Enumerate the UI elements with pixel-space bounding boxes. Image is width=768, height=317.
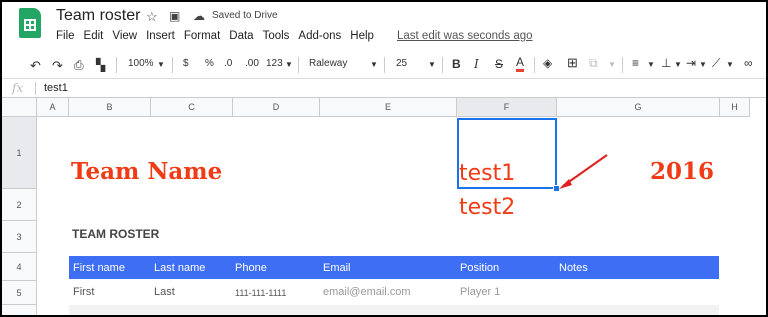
more-formats-button[interactable]: 123 bbox=[266, 58, 283, 69]
document-title[interactable]: Team roster bbox=[56, 7, 140, 25]
row-header[interactable] bbox=[2, 305, 37, 315]
chevron-down-icon: ▼ bbox=[674, 60, 682, 69]
select-all-corner[interactable] bbox=[2, 98, 37, 117]
selected-cell[interactable] bbox=[457, 118, 557, 189]
text-rotate-icon[interactable]: ⟋ bbox=[712, 56, 720, 71]
text-color-button[interactable]: A bbox=[516, 56, 525, 72]
merge-cells-icon[interactable]: ⧉ bbox=[589, 56, 598, 71]
column-header[interactable]: F bbox=[457, 98, 557, 117]
chevron-down-icon: ▼ bbox=[608, 60, 616, 69]
menu-add-ons[interactable]: Add-ons bbox=[298, 30, 341, 42]
cell-position[interactable]: Player 1 bbox=[460, 286, 500, 298]
table-header-row: First name Last name Phone Email Positio… bbox=[69, 256, 719, 279]
chevron-down-icon: ▼ bbox=[428, 60, 436, 69]
align-left-icon[interactable]: ≡ bbox=[632, 56, 639, 70]
toolbar: ↶ ↷ ⎙ ▚ 100% ▼ $ % .0 .00 123 ▼ Raleway … bbox=[2, 52, 766, 78]
zoom-select[interactable]: 100% bbox=[128, 58, 154, 69]
row-header[interactable]: 2 bbox=[2, 189, 37, 221]
redo-icon[interactable]: ↷ bbox=[52, 58, 63, 74]
chevron-down-icon: ▼ bbox=[157, 60, 165, 69]
cell-first-name[interactable]: First bbox=[73, 286, 94, 298]
print-icon[interactable]: ⎙ bbox=[74, 58, 84, 73]
menu-help[interactable]: Help bbox=[350, 30, 374, 42]
chevron-down-icon: ▼ bbox=[726, 60, 734, 69]
move-folder-icon[interactable]: ▣ bbox=[169, 9, 180, 23]
cloud-icon: ☁ bbox=[193, 9, 205, 23]
chevron-down-icon: ▼ bbox=[699, 60, 707, 69]
save-status: Saved to Drive bbox=[212, 10, 278, 21]
column-header[interactable]: D bbox=[233, 98, 320, 117]
column-header[interactable]: H bbox=[720, 98, 750, 117]
spreadsheet-window: Team roster ☆ ▣ ☁ Saved to Drive File Ed… bbox=[2, 2, 766, 315]
link-icon[interactable]: ∞ bbox=[744, 56, 753, 70]
menu-file[interactable]: File bbox=[56, 30, 75, 42]
formula-bar: fx test1 bbox=[2, 78, 766, 98]
column-header[interactable]: B bbox=[69, 98, 151, 117]
annotation-arrow-icon bbox=[559, 154, 608, 189]
borders-icon[interactable]: ⊞ bbox=[567, 55, 578, 71]
percent-button[interactable]: % bbox=[205, 58, 214, 69]
sheets-logo-icon[interactable] bbox=[19, 8, 41, 38]
header-first-name[interactable]: First name bbox=[73, 262, 125, 274]
menu-data[interactable]: Data bbox=[229, 30, 253, 42]
row-header[interactable]: 5 bbox=[2, 281, 37, 305]
star-icon[interactable]: ☆ bbox=[146, 9, 158, 25]
menu-bar: File Edit View Insert Format Data Tools … bbox=[56, 30, 383, 42]
row-header[interactable]: 3 bbox=[2, 221, 37, 253]
alt-row-band bbox=[69, 305, 719, 315]
menu-edit[interactable]: Edit bbox=[84, 30, 104, 42]
strikethrough-button[interactable]: S bbox=[495, 57, 503, 71]
cell-last-name[interactable]: Last bbox=[154, 286, 175, 298]
menu-view[interactable]: View bbox=[112, 30, 137, 42]
font-select[interactable]: Raleway bbox=[309, 58, 347, 69]
overflow-text: test2 bbox=[459, 195, 516, 220]
chevron-down-icon: ▼ bbox=[370, 60, 378, 69]
sheet-grid[interactable]: A B C D E F G H 1 2 3 4 5 Team Name 2016… bbox=[2, 98, 766, 315]
header-phone[interactable]: Phone bbox=[235, 262, 267, 274]
last-edit-link[interactable]: Last edit was seconds ago bbox=[397, 30, 533, 42]
menu-insert[interactable]: Insert bbox=[146, 30, 175, 42]
bold-button[interactable]: B bbox=[452, 57, 461, 71]
column-header[interactable]: C bbox=[151, 98, 233, 117]
currency-button[interactable]: $ bbox=[183, 58, 189, 69]
column-header[interactable]: G bbox=[557, 98, 720, 117]
formula-input[interactable]: test1 bbox=[44, 82, 68, 94]
row-header[interactable]: 1 bbox=[2, 117, 37, 189]
menu-tools[interactable]: Tools bbox=[263, 30, 290, 42]
team-name-cell[interactable]: Team Name bbox=[71, 158, 222, 185]
cell-email[interactable]: email@email.com bbox=[323, 286, 411, 298]
font-size-select[interactable]: 25 bbox=[396, 58, 407, 69]
text-wrap-icon[interactable]: ⇥ bbox=[686, 56, 696, 70]
menu-format[interactable]: Format bbox=[184, 30, 220, 42]
paint-format-icon[interactable]: ▚ bbox=[96, 58, 105, 72]
vertical-align-icon[interactable]: ⊥ bbox=[661, 56, 671, 70]
year-cell[interactable]: 2016 bbox=[650, 158, 714, 185]
increase-decimal-button[interactable]: .00 bbox=[245, 58, 259, 69]
column-header[interactable]: E bbox=[320, 98, 457, 117]
cell-phone[interactable]: 111-111-1111 bbox=[235, 288, 286, 298]
column-header[interactable]: A bbox=[37, 98, 69, 117]
chevron-down-icon: ▼ bbox=[285, 60, 293, 69]
fill-color-icon[interactable]: ◈ bbox=[543, 56, 552, 70]
roster-title[interactable]: TEAM ROSTER bbox=[72, 227, 159, 241]
header-last-name[interactable]: Last name bbox=[154, 262, 205, 274]
header-email[interactable]: Email bbox=[323, 262, 351, 274]
decrease-decimal-button[interactable]: .0 bbox=[224, 58, 232, 69]
fx-icon: fx bbox=[12, 81, 24, 95]
row-header[interactable]: 4 bbox=[2, 253, 37, 281]
header-notes[interactable]: Notes bbox=[559, 262, 588, 274]
italic-button[interactable]: I bbox=[474, 57, 479, 71]
header-position[interactable]: Position bbox=[460, 262, 499, 274]
undo-icon[interactable]: ↶ bbox=[30, 58, 41, 74]
chevron-down-icon: ▼ bbox=[647, 60, 655, 69]
